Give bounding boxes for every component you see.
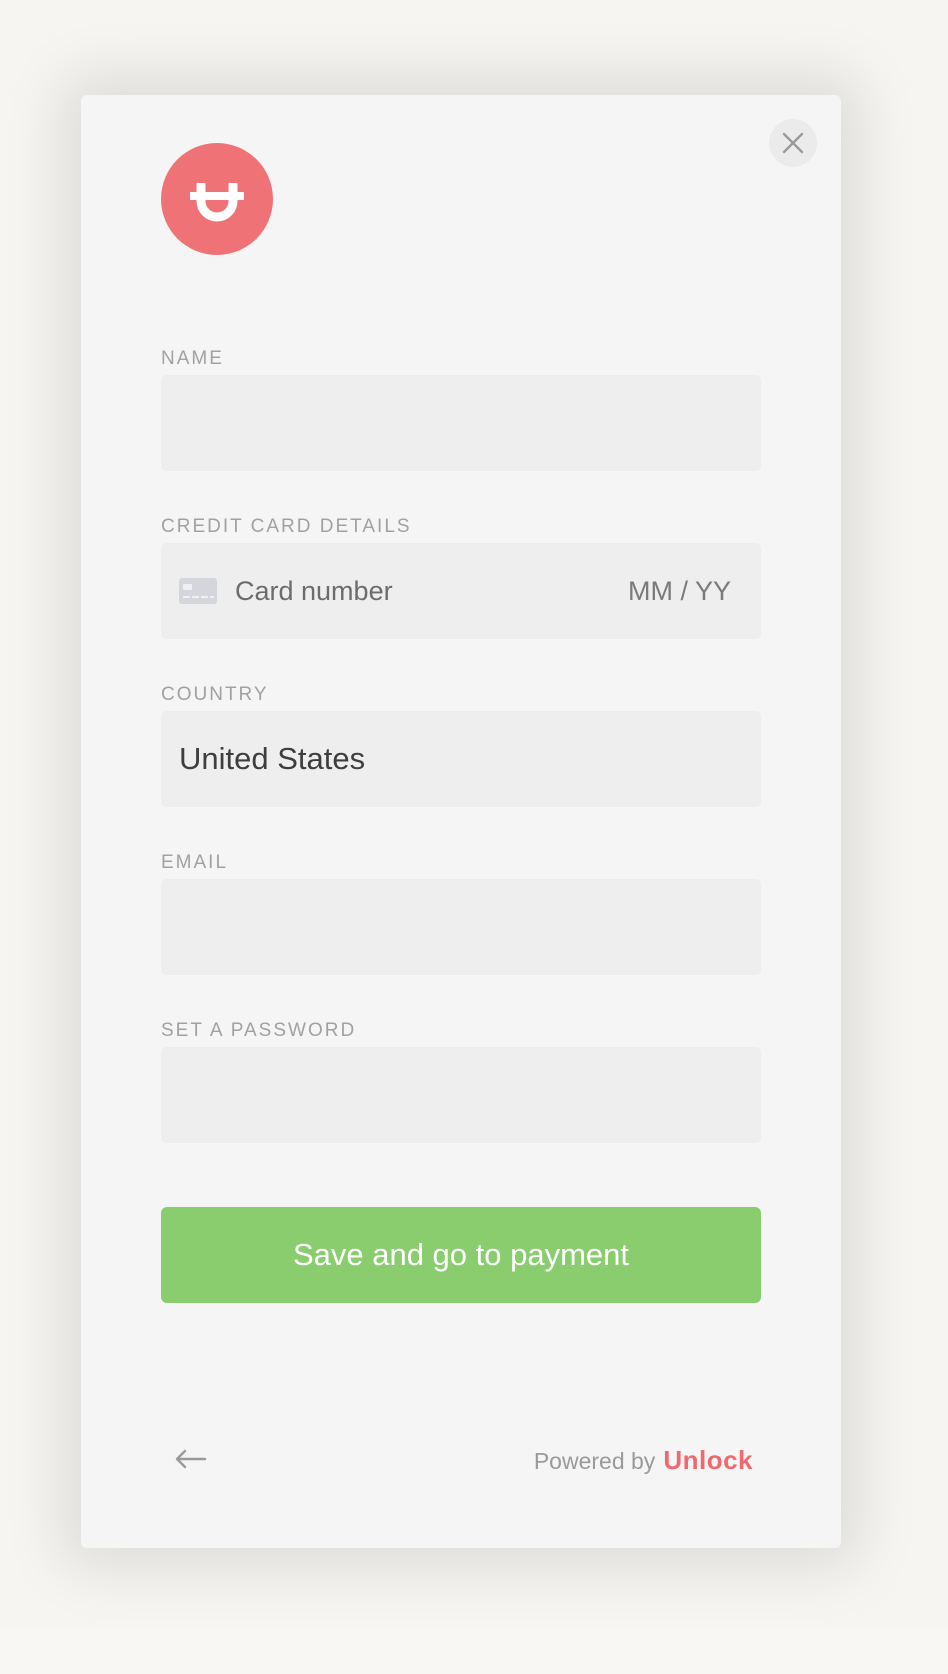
card-details-label: CREDIT CARD DETAILS [161,516,412,537]
credit-card-icon [179,578,217,604]
close-icon [782,132,804,154]
save-and-pay-button[interactable]: Save and go to payment [161,1207,761,1303]
page-bottom-strip [0,1627,948,1674]
name-label: NAME [161,348,224,369]
password-input[interactable] [161,1047,761,1143]
card-number-placeholder[interactable]: Card number [235,576,628,607]
email-input[interactable] [161,879,761,975]
powered-by-text: Powered by [533,1448,656,1474]
email-label: EMAIL [161,852,229,873]
arrow-left-icon [175,1449,207,1469]
card-input[interactable]: Card number MM / YY [161,543,761,639]
checkout-modal: NAME CREDIT CARD DETAILS Card number MM … [81,95,841,1548]
name-input[interactable] [161,375,761,471]
back-button[interactable] [173,1447,209,1471]
unlock-logo [161,143,273,255]
close-button[interactable] [769,119,817,167]
country-value: United States [179,741,366,776]
unlock-u-icon [190,183,244,222]
card-expiry-placeholder[interactable]: MM / YY [628,576,731,607]
password-label: SET A PASSWORD [161,1020,357,1041]
country-select[interactable]: United States [161,711,761,807]
powered-by: Powered by Unlock [534,1445,753,1476]
country-label: COUNTRY [161,684,269,705]
unlock-brand-link[interactable]: Unlock [663,1445,753,1476]
